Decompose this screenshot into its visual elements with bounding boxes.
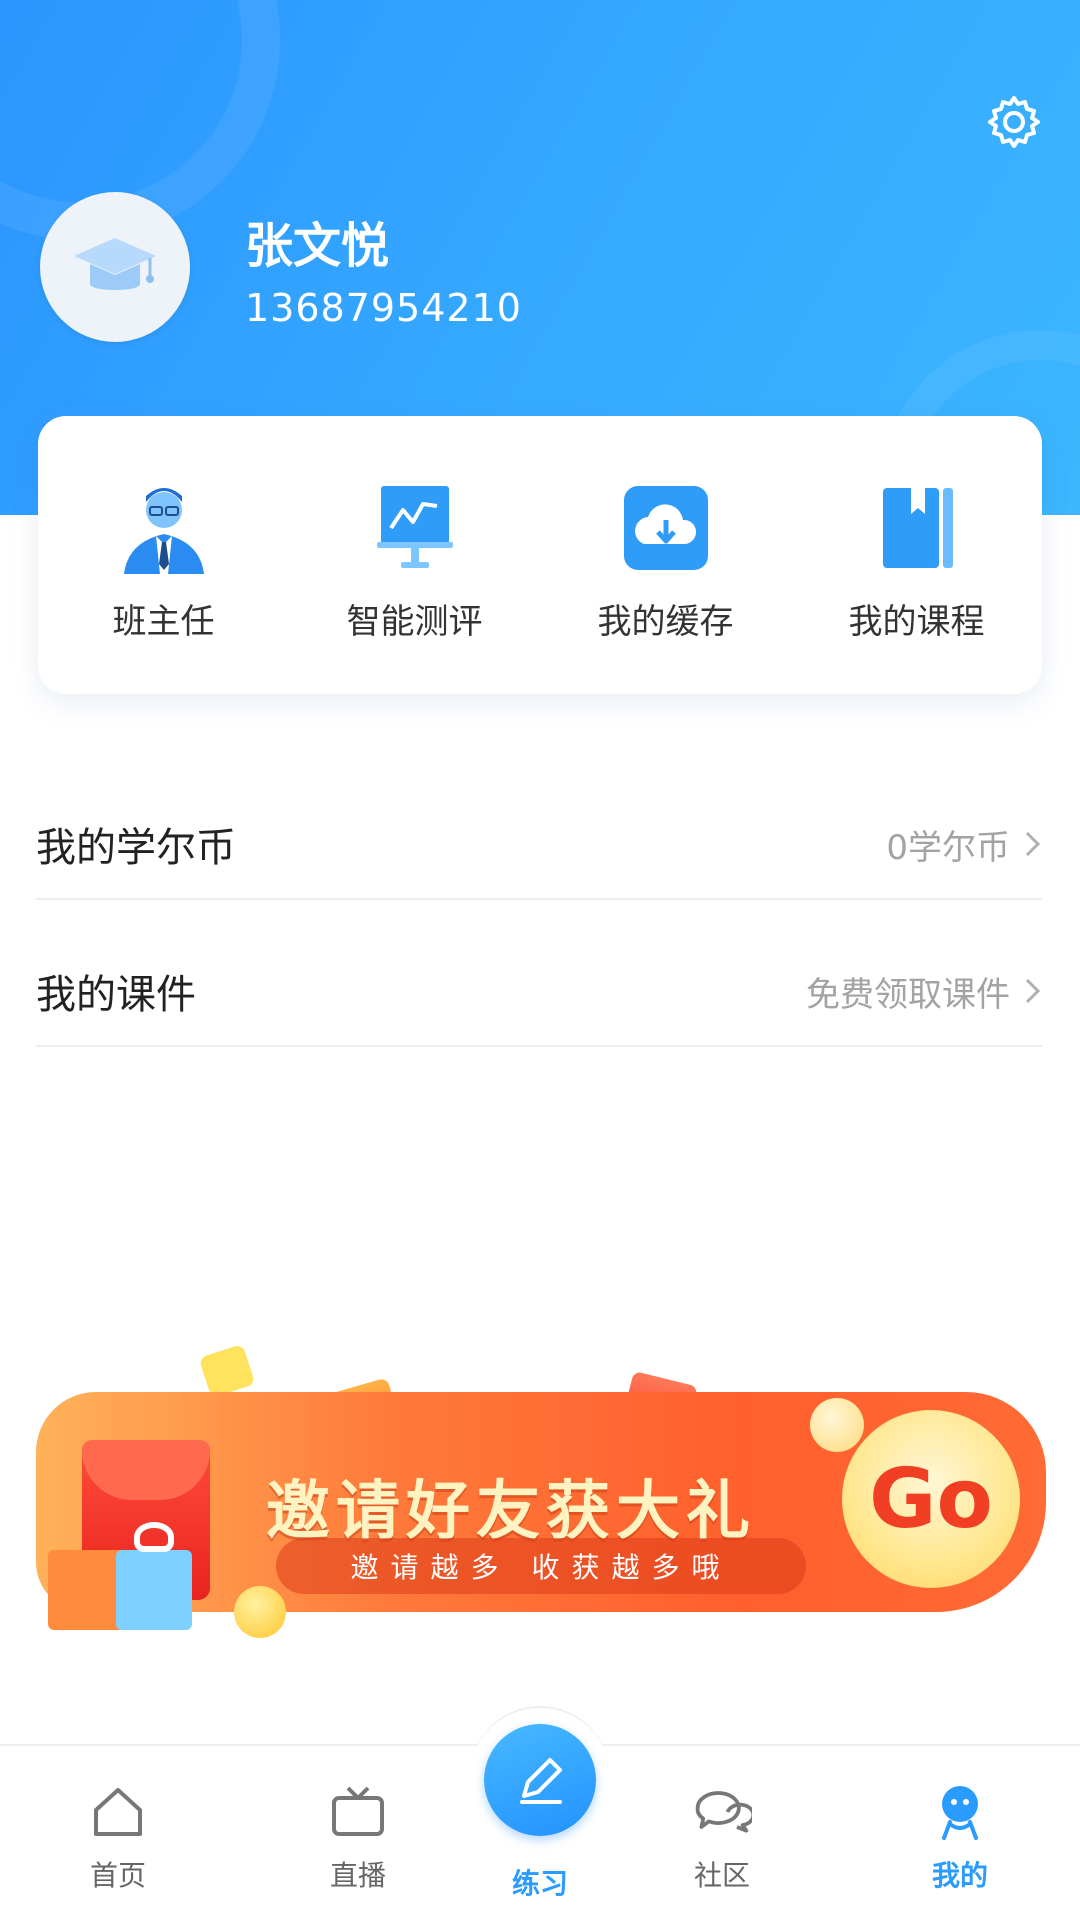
quick-action-label: 我的课程 — [848, 602, 985, 642]
my-courseware-row[interactable]: 我的课件 免费领取课件 — [36, 937, 1042, 1047]
red-envelope-decoration — [198, 1343, 256, 1399]
my-courseware-value: 免费领取课件 — [806, 974, 1010, 1015]
user-phone: 13687954210 — [245, 286, 522, 330]
tv-icon — [328, 1782, 388, 1842]
pencil-icon — [484, 1724, 596, 1836]
tab-label: 我的 — [931, 1859, 988, 1892]
my-coins-title: 我的学尔币 — [36, 825, 236, 871]
quick-action-label: 智能测评 — [346, 602, 483, 642]
gift-bow-icon — [134, 1522, 174, 1552]
chevron-right-icon — [1025, 831, 1041, 857]
quick-action-label: 我的缓存 — [597, 602, 734, 642]
book-icon — [869, 480, 965, 576]
chart-board-icon — [367, 480, 463, 576]
person-icon — [930, 1782, 990, 1842]
tab-label: 社区 — [693, 1859, 750, 1892]
cloud-download-icon — [618, 480, 714, 576]
home-icon — [88, 1782, 148, 1842]
invite-friends-banner[interactable]: 邀请好友获大礼 邀请越多 收获越多哦 Go — [36, 1340, 1046, 1640]
coin-decoration — [810, 1398, 864, 1452]
tab-practice[interactable]: 练习 — [480, 1724, 600, 1902]
quick-action-smart-assessment[interactable]: 智能测评 — [305, 480, 525, 643]
my-coins-value: 0学尔币 — [886, 827, 1010, 868]
gift-box-icon — [48, 1550, 126, 1630]
coin-decoration — [234, 1586, 286, 1638]
tab-community[interactable]: 社区 — [662, 1782, 782, 1894]
banner-subtitle: 邀请越多 收获越多哦 — [276, 1538, 806, 1594]
gear-icon[interactable] — [984, 92, 1044, 152]
tab-label: 首页 — [89, 1859, 146, 1892]
chat-bubbles-icon — [692, 1782, 752, 1842]
quick-actions-card: 班主任 智能测评 我的缓存 我的课程 — [38, 416, 1042, 694]
gift-box-icon — [116, 1550, 192, 1630]
tab-live[interactable]: 直播 — [298, 1782, 418, 1894]
tab-mine[interactable]: 我的 — [900, 1782, 1020, 1894]
quick-action-head-teacher[interactable]: 班主任 — [54, 480, 274, 643]
graduation-cap-icon — [74, 238, 156, 290]
chevron-right-icon — [1025, 978, 1041, 1004]
my-coins-row[interactable]: 我的学尔币 0学尔币 — [36, 790, 1042, 900]
quick-action-my-cache[interactable]: 我的缓存 — [556, 480, 776, 643]
tab-label: 直播 — [329, 1859, 386, 1892]
teacher-icon — [116, 480, 212, 576]
user-name: 张文悦 — [245, 218, 390, 274]
go-button[interactable]: Go — [842, 1410, 1020, 1588]
quick-action-label: 班主任 — [112, 602, 215, 642]
tab-home[interactable]: 首页 — [58, 1782, 178, 1894]
tab-label: 练习 — [511, 1867, 568, 1900]
avatar[interactable] — [40, 192, 190, 342]
quick-action-my-courses[interactable]: 我的课程 — [807, 480, 1027, 643]
my-courseware-title: 我的课件 — [36, 972, 196, 1018]
